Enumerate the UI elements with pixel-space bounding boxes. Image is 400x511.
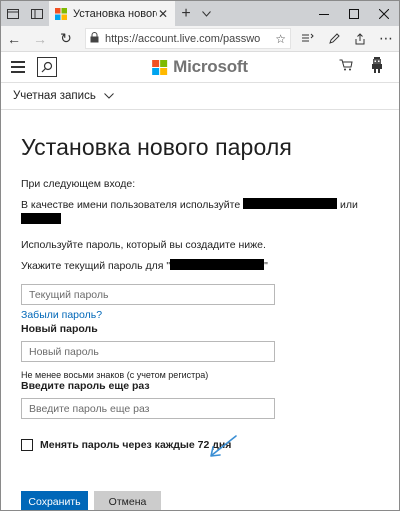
maximize-icon[interactable] — [339, 1, 369, 26]
cart-icon[interactable] — [339, 58, 353, 76]
address-bar[interactable]: https://account.live.com/passwo ☆ — [85, 28, 291, 49]
username-text-or: или — [340, 199, 358, 211]
new-password-hint: Не менее восьми знаков (с учетом регистр… — [21, 370, 209, 380]
microsoft-favicon-icon — [55, 7, 67, 20]
chevron-down-icon — [103, 90, 114, 102]
save-button[interactable]: Сохранить — [21, 491, 88, 510]
change-password-checkbox-label: Менять пароль через каждые 72 дня — [40, 439, 232, 451]
refresh-icon[interactable]: ↻ — [53, 26, 79, 51]
tab-title: Установка нового паро — [73, 7, 157, 20]
redacted-phone — [21, 213, 61, 224]
intro-text: При следующем входе: — [21, 178, 136, 190]
forward-arrow-icon[interactable]: → — [27, 26, 53, 51]
share-icon[interactable] — [347, 26, 373, 51]
search-icon[interactable] — [37, 57, 57, 77]
tab-bar: Установка нового паро ✕ + — [1, 1, 399, 26]
username-text-before: В качестве имени пользователя используйт… — [21, 199, 241, 211]
page-title: Установка нового пароля — [21, 134, 292, 160]
repeat-password-label: Введите пароль еще раз — [21, 380, 150, 392]
microsoft-logo-icon — [152, 59, 168, 75]
current-password-prompt-text: Укажите текущий пароль для " — [21, 260, 171, 272]
url-text: https://account.live.com/passwo — [105, 32, 261, 45]
new-password-label: Новый пароль — [21, 323, 98, 335]
cancel-button[interactable]: Отмена — [94, 491, 161, 510]
redacted-account — [170, 259, 265, 270]
tab-active[interactable]: Установка нового паро ✕ — [49, 1, 175, 26]
current-password-input[interactable] — [21, 284, 275, 305]
new-tab-icon[interactable]: + — [175, 1, 197, 26]
current-password-prompt-end: " — [264, 260, 268, 272]
use-password-text: Используйте пароль, который вы создадите… — [21, 239, 266, 251]
tab-list-chevron-icon[interactable] — [197, 1, 215, 26]
favorite-star-icon[interactable]: ☆ — [275, 32, 286, 46]
tab-strip-icon[interactable] — [1, 1, 25, 26]
pen-icon[interactable] — [321, 26, 347, 51]
minimize-icon[interactable] — [309, 1, 339, 26]
account-menu-label: Учетная запись — [13, 90, 96, 102]
change-password-checkbox[interactable] — [21, 439, 33, 451]
repeat-password-input[interactable] — [21, 398, 275, 419]
username-instruction: В качестве имени пользователя используйт… — [21, 198, 379, 228]
lock-icon — [90, 31, 99, 46]
microsoft-logo[interactable]: Microsoft — [152, 57, 248, 77]
change-password-checkbox-row[interactable]: Менять пароль через каждые 72 дня — [21, 439, 379, 451]
tab-close-icon[interactable]: ✕ — [157, 7, 169, 21]
reading-list-icon[interactable] — [295, 26, 321, 51]
button-row: Сохранить Отмена — [21, 491, 379, 510]
logo-text: Microsoft — [173, 57, 248, 76]
main-content: Установка нового пароля При следующем вх… — [1, 134, 399, 510]
back-arrow-icon[interactable]: ← — [1, 26, 27, 51]
avatar-icon[interactable] — [371, 56, 383, 78]
new-password-input[interactable] — [21, 341, 275, 362]
browser-window: Установка нового паро ✕ + ← → ↻ h — [0, 0, 400, 511]
redacted-email — [243, 198, 338, 209]
hamburger-icon[interactable] — [11, 61, 25, 73]
account-menu[interactable]: Учетная запись — [1, 82, 399, 110]
close-window-icon[interactable] — [369, 1, 399, 26]
current-password-prompt: Укажите текущий пароль для " " — [21, 259, 379, 274]
site-header: Microsoft — [1, 52, 399, 82]
more-menu-icon[interactable]: ⋯ — [373, 26, 399, 51]
navigation-bar: ← → ↻ https://account.live.com/passwo ☆ … — [1, 26, 399, 52]
annotation-arrow-icon — [210, 435, 237, 457]
tab-preview-icon[interactable] — [25, 1, 49, 26]
forgot-password-link[interactable]: Забыли пароль? — [21, 309, 102, 321]
